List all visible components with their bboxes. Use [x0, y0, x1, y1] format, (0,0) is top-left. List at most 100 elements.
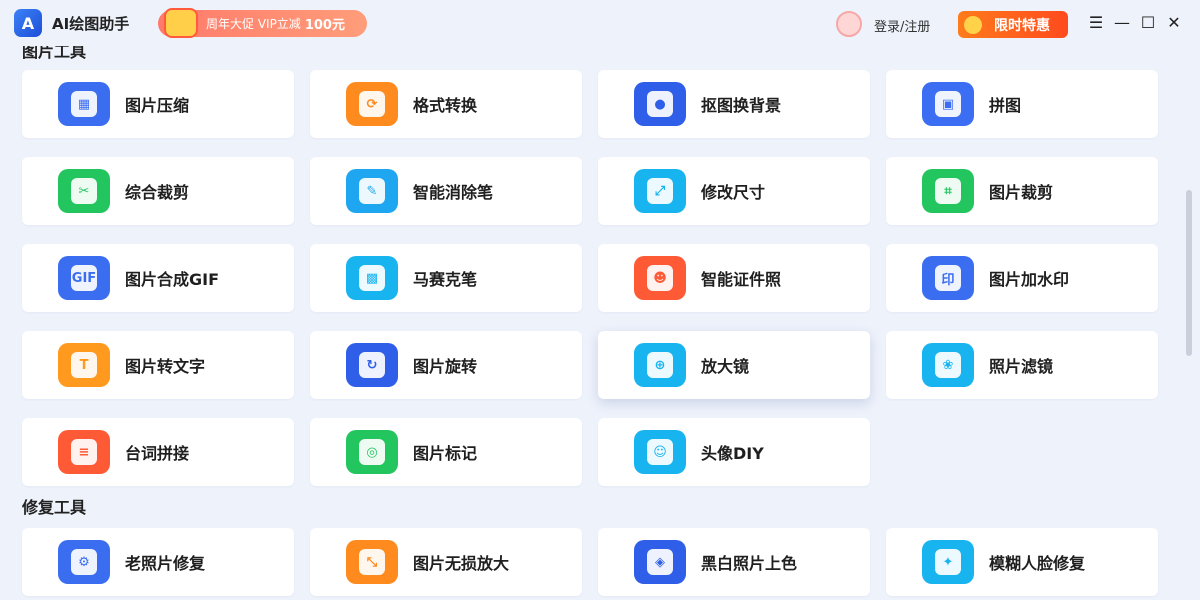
tool-label: 图片无损放大: [413, 554, 510, 573]
tool-label: 模糊人脸修复: [989, 554, 1086, 573]
mosaic-icon: ▩: [346, 256, 398, 300]
tool-label: 图片加水印: [989, 270, 1070, 289]
tool-card[interactable]: ✦ 模糊人脸修复: [886, 528, 1158, 596]
limited-offer-button[interactable]: 限时特惠: [958, 11, 1068, 38]
tool-label: 抠图换背景: [701, 96, 782, 115]
id-photo-icon: ☻: [634, 256, 686, 300]
tool-label: 智能证件照: [701, 270, 782, 289]
sparkle-icon: ✦: [922, 540, 974, 584]
tool-card[interactable]: ☻ 智能证件照: [598, 244, 870, 312]
icon-glyph: ≡: [71, 439, 97, 465]
magnifier-icon: ⊕: [634, 343, 686, 387]
tool-card[interactable]: ▩ 马赛克笔: [310, 244, 582, 312]
icon-glyph: ❀: [935, 352, 961, 378]
enlarge-icon: ⤡: [346, 540, 398, 584]
vertical-scrollbar[interactable]: [1186, 190, 1192, 356]
scissors-icon: ✂: [58, 169, 110, 213]
promo-banner[interactable]: 周年大促 VIP立减 100元: [158, 8, 367, 38]
tool-label: 格式转换: [413, 96, 478, 115]
icon-glyph: ▣: [935, 91, 961, 117]
tool-label: 图片标记: [413, 444, 478, 463]
marker-icon: ◎: [346, 430, 398, 474]
user-avatar-icon[interactable]: [836, 11, 862, 37]
app-logo: A: [14, 9, 42, 37]
wrench-icon: ⚙: [58, 540, 110, 584]
tool-card[interactable]: ◈ 黑白照片上色: [598, 528, 870, 596]
icon-glyph: ◈: [647, 549, 673, 575]
tool-label: 图片压缩: [125, 96, 190, 115]
tool-label: 图片合成GIF: [125, 270, 220, 289]
tool-card[interactable]: ⌗ 图片裁剪: [886, 157, 1158, 225]
icon-glyph: ●: [647, 91, 673, 117]
icon-glyph: ⟳: [359, 91, 385, 117]
promo-text: 周年大促 VIP立减: [206, 17, 301, 31]
subtitle-icon: ≡: [58, 430, 110, 474]
gif-icon: GIF: [58, 256, 110, 300]
tool-card[interactable]: GIF 图片合成GIF: [22, 244, 294, 312]
icon-glyph: ✦: [935, 549, 961, 575]
tool-card[interactable]: ✎ 智能消除笔: [310, 157, 582, 225]
close-icon[interactable]: ✕: [1164, 12, 1184, 32]
icon-glyph: GIF: [71, 265, 97, 291]
tool-label: 拼图: [989, 96, 1022, 115]
tool-card[interactable]: ● 抠图换背景: [598, 70, 870, 138]
tool-label: 图片转文字: [125, 357, 206, 376]
ocr-text-icon: T: [58, 343, 110, 387]
tool-card[interactable]: ◎ 图片标记: [310, 418, 582, 486]
icon-glyph: ☻: [647, 265, 673, 291]
avatar-diy-icon: ☺: [634, 430, 686, 474]
maximize-icon[interactable]: ☐: [1138, 12, 1158, 32]
icon-glyph: ⤡: [359, 549, 385, 575]
icon-glyph: ▦: [71, 91, 97, 117]
tool-card[interactable]: ⊕ 放大镜: [598, 331, 870, 399]
tool-label: 老照片修复: [125, 554, 206, 573]
tool-label: 马赛克笔: [413, 270, 478, 289]
promo-amount: 100元: [304, 18, 345, 33]
tool-card[interactable]: ☺ 头像DIY: [598, 418, 870, 486]
icon-glyph: ⌗: [935, 178, 961, 204]
tool-card[interactable]: ≡ 台词拼接: [22, 418, 294, 486]
minimize-icon[interactable]: —: [1112, 12, 1132, 32]
login-register-link[interactable]: 登录/注册: [874, 16, 930, 35]
tool-card[interactable]: ❀ 照片滤镜: [886, 331, 1158, 399]
tool-card[interactable]: ⤡ 图片无损放大: [310, 528, 582, 596]
section-title: 图片工具: [22, 46, 87, 61]
tool-label: 综合裁剪: [125, 183, 190, 202]
tool-label: 照片滤镜: [989, 357, 1054, 376]
tool-card[interactable]: ⤢ 修改尺寸: [598, 157, 870, 225]
resize-icon: ⤢: [634, 169, 686, 213]
gift-icon: [164, 8, 198, 38]
tool-card[interactable]: ▣ 拼图: [886, 70, 1158, 138]
tool-card[interactable]: ⟳ 格式转换: [310, 70, 582, 138]
icon-glyph: ✂: [71, 178, 97, 204]
menu-icon[interactable]: ☰: [1086, 12, 1106, 32]
tool-card[interactable]: 印 图片加水印: [886, 244, 1158, 312]
offer-label: 限时特惠: [994, 17, 1050, 34]
colorize-icon: ◈: [634, 540, 686, 584]
tool-card[interactable]: ⚙ 老照片修复: [22, 528, 294, 596]
icon-glyph: ◎: [359, 439, 385, 465]
tool-label: 放大镜: [701, 357, 750, 376]
crop-icon: ⌗: [922, 169, 974, 213]
icon-glyph: ▩: [359, 265, 385, 291]
watermark-icon: 印: [922, 256, 974, 300]
icon-glyph: ⤢: [647, 178, 673, 204]
icon-glyph: ✎: [359, 178, 385, 204]
icon-glyph: ⚙: [71, 549, 97, 575]
tool-card[interactable]: ↻ 图片旋转: [310, 331, 582, 399]
tool-label: 图片旋转: [413, 357, 478, 376]
tool-card[interactable]: T 图片转文字: [22, 331, 294, 399]
title-bar: A AI绘图助手 周年大促 VIP立减 100元 登录/注册 限时特惠 ☰ — …: [0, 0, 1200, 46]
icon-glyph: T: [71, 352, 97, 378]
icon-glyph: ↻: [359, 352, 385, 378]
tool-card[interactable]: ✂ 综合裁剪: [22, 157, 294, 225]
tool-label: 智能消除笔: [413, 183, 494, 202]
app-title: AI绘图助手: [52, 15, 130, 33]
tool-label: 台词拼接: [125, 444, 190, 463]
tool-card[interactable]: ▦ 图片压缩: [22, 70, 294, 138]
eraser-icon: ✎: [346, 169, 398, 213]
icon-glyph: ⊕: [647, 352, 673, 378]
crown-icon: [964, 16, 982, 34]
icon-glyph: ☺: [647, 439, 673, 465]
rotate-icon: ↻: [346, 343, 398, 387]
